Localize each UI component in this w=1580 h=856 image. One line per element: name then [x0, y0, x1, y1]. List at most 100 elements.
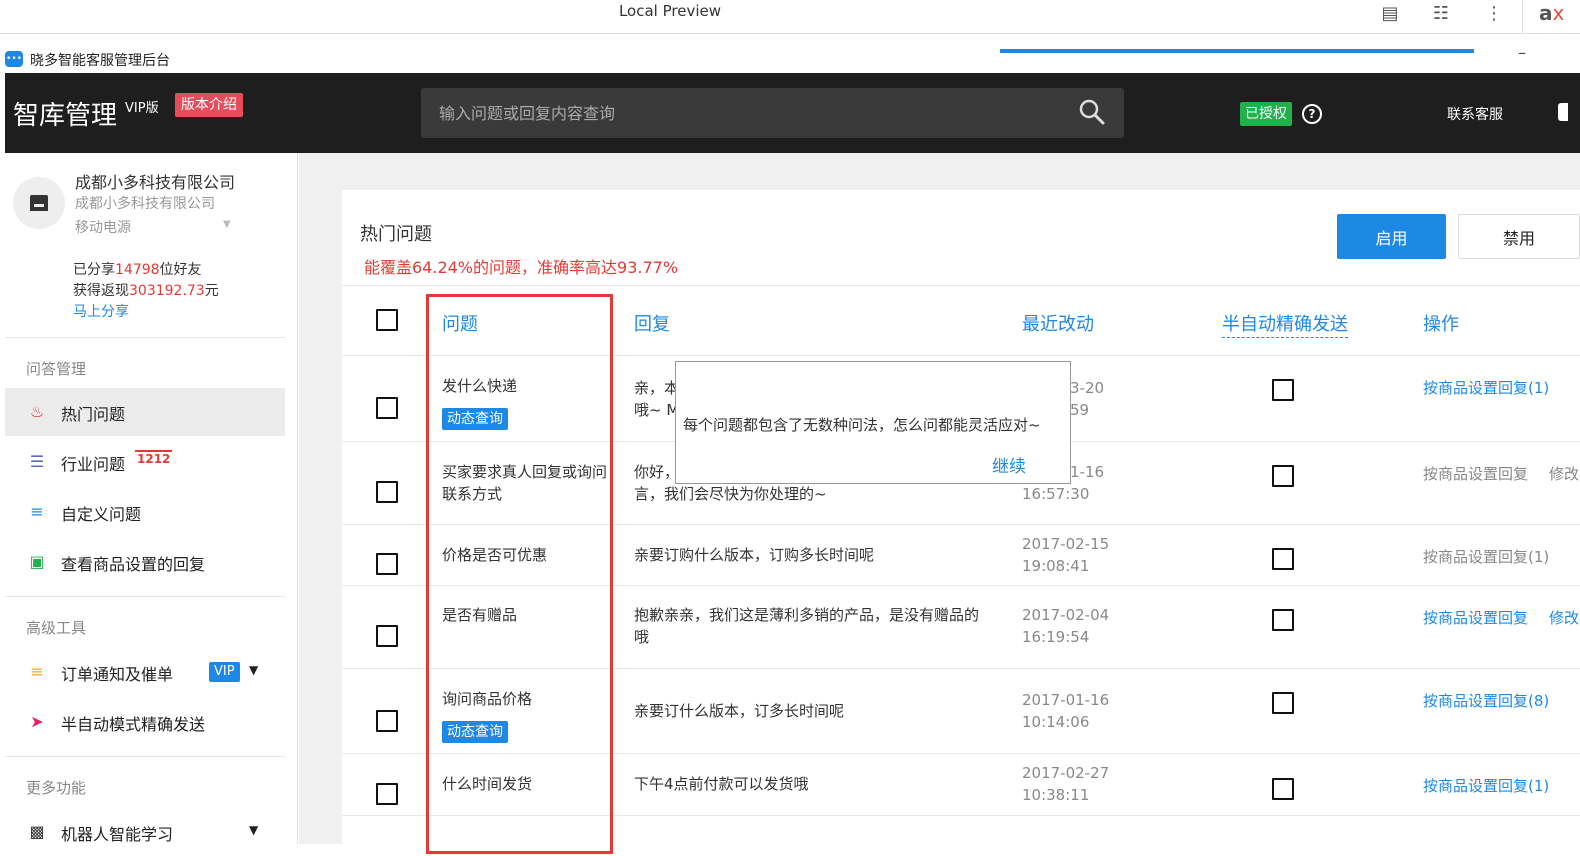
row-checkbox[interactable]	[376, 553, 398, 575]
search-input[interactable]	[439, 101, 1059, 125]
row-checkbox[interactable]	[376, 783, 398, 805]
modified-date: 2017-02-04 16:19:54	[1022, 606, 1110, 646]
minimize-button[interactable]: –	[1518, 43, 1526, 62]
semi-auto-checkbox[interactable]	[1272, 609, 1294, 631]
guide-tooltip: 每个问题都包含了无数种问法，怎么问都能灵活应对~ 继续	[675, 361, 1071, 484]
modified-date: 2017-01-16 10:14:06	[1022, 691, 1110, 731]
chevron-down-icon[interactable]: ▼	[249, 663, 258, 677]
company-subname: 成都小多科技有限公司	[75, 196, 215, 212]
chevron-down-icon[interactable]: ▼	[249, 823, 258, 837]
enable-button[interactable]: 启用	[1337, 214, 1446, 259]
group-more-features: 更多功能	[26, 779, 87, 797]
col-last-modified[interactable]: 最近改动	[1022, 310, 1094, 336]
semi-auto-checkbox[interactable]	[1272, 379, 1294, 401]
row-checkbox[interactable]	[376, 481, 398, 503]
col-semi-auto-send[interactable]: 半自动精确发送	[1222, 310, 1348, 338]
divider	[5, 337, 285, 338]
shared-stat: 已分享14798位好友	[73, 262, 202, 278]
vip-badge: VIP	[209, 662, 240, 682]
contact-support-link[interactable]: 联系客服	[1447, 104, 1503, 124]
modified-date: 2017-02-15 19:08:41	[1022, 535, 1110, 575]
group-qa-management: 问答管理	[26, 360, 87, 378]
semi-auto-checkbox[interactable]	[1272, 778, 1294, 800]
version-intro-button[interactable]: 版本介绍	[175, 93, 243, 117]
product-reply-link[interactable]: 按商品设置回复	[1423, 463, 1528, 484]
reply-text: 抱歉亲亲，我们这是薄利多销的产品，是没有赠品的哦	[634, 606, 980, 646]
list-add-icon: ≡	[30, 502, 44, 521]
modified-date: 2017-02-27 10:38:11	[1022, 764, 1110, 804]
product-reply-link[interactable]: 按商品设置回复(8)	[1423, 690, 1549, 711]
disable-button[interactable]: 禁用	[1458, 214, 1580, 259]
sidebar-item-industry-questions[interactable]: ☰ 行业问题 1212	[5, 438, 285, 486]
col-reply[interactable]: 回复	[634, 310, 670, 336]
edit-link[interactable]: 修改	[1549, 463, 1579, 484]
help-icon[interactable]: ?	[1302, 104, 1322, 124]
semi-auto-checkbox[interactable]	[1272, 692, 1294, 714]
sidebar-item-semi-auto-send[interactable]: ➤ 半自动模式精确发送	[5, 698, 285, 746]
more-icon[interactable]: ⋮	[1482, 2, 1506, 26]
sidebar-item-label: 半自动模式精确发送	[61, 715, 206, 734]
robot-icon: ▩	[29, 822, 45, 841]
sidebar-item-custom-questions[interactable]: ≡ 自定义问题	[5, 488, 285, 536]
search-icon[interactable]	[1078, 98, 1106, 126]
send-icon: ➤	[30, 712, 44, 731]
shop-icon	[30, 195, 48, 211]
edit-link[interactable]: 修改	[1549, 607, 1579, 628]
page-title: 智库管理	[13, 101, 118, 131]
sidebar-item-label: 订单通知及催单	[61, 665, 174, 684]
vip-label: VIP版	[125, 101, 159, 116]
sidebar-item-robot-learning[interactable]: ▩ 机器人智能学习 ▼	[5, 808, 285, 856]
row-checkbox[interactable]	[376, 710, 398, 732]
sidebar-item-hot-questions[interactable]: ♨ 热门问题	[5, 388, 285, 436]
select-all-checkbox[interactable]	[376, 309, 398, 331]
coverage-stat: 能覆盖64.24%的问题，准确率高达93.77%	[364, 258, 679, 277]
loading-progress-bar	[1000, 49, 1474, 53]
rebate-stat: 获得返现303192.73元	[73, 283, 219, 299]
reader-mode-icon[interactable]: ☷	[1429, 2, 1453, 26]
reply-text: 下午4点前付款可以发货哦	[634, 775, 809, 793]
app-logo-icon: •••	[5, 51, 23, 67]
product-selector[interactable]: 移动电源	[75, 217, 131, 237]
chevron-down-icon[interactable]: ▼	[223, 219, 231, 230]
continue-link[interactable]: 继续	[992, 452, 1026, 477]
product-reply-link[interactable]: 按商品设置回复	[1423, 607, 1528, 628]
app-titlebar: ••• 晓多智能客服管理后台 –	[0, 34, 1580, 73]
sidebar-item-product-replies[interactable]: ▣ 查看商品设置的回复	[5, 538, 285, 586]
reply-text: 亲要订什么版本，订多长时间呢	[634, 702, 845, 720]
col-actions[interactable]: 操作	[1423, 310, 1459, 336]
row-checkbox[interactable]	[376, 625, 398, 647]
search-box	[421, 88, 1124, 138]
reader-icon[interactable]: ▤	[1378, 2, 1402, 26]
company-name: 成都小多科技有限公司	[75, 173, 236, 192]
fire-icon: ♨	[29, 402, 45, 421]
divider	[5, 756, 285, 757]
modified-date: 1-16 16:57:30	[1022, 463, 1105, 503]
divider	[5, 596, 285, 597]
sidebar-item-label: 热门问题	[61, 405, 126, 424]
authorized-badge: 已授权	[1240, 102, 1292, 126]
semi-auto-checkbox[interactable]	[1272, 548, 1294, 570]
sidebar-item-label: 行业问题	[61, 455, 126, 474]
modified-date: 3-20 59	[1070, 379, 1105, 419]
semi-auto-checkbox[interactable]	[1272, 465, 1294, 487]
sidebar: 成都小多科技有限公司 成都小多科技有限公司 移动电源 ▼ 已分享14798位好友…	[5, 153, 298, 844]
product-reply-link[interactable]: 按商品设置回复(1)	[1423, 775, 1549, 796]
reply-text: 亲要订购什么版本，订购多长时间呢	[634, 546, 875, 564]
sidebar-item-label: 机器人智能学习	[61, 825, 174, 844]
section-title: 热门问题	[360, 224, 432, 245]
product-reply-link[interactable]: 按商品设置回复(1)	[1423, 546, 1549, 567]
list-icon: ☰	[29, 452, 45, 471]
divider	[342, 285, 1580, 286]
row-checkbox[interactable]	[376, 397, 398, 419]
browser-brand-logo: ax	[1522, 0, 1580, 33]
share-now-link[interactable]: 马上分享	[73, 301, 129, 321]
group-advanced-tools: 高级工具	[26, 619, 87, 637]
browser-toolbar: Local Preview ▤ ☷ ⋮ ax	[0, 0, 1580, 34]
list-check-icon: ≡	[30, 662, 44, 681]
tooltip-message: 每个问题都包含了无数种问法，怎么问都能灵活应对~	[683, 416, 1041, 434]
product-reply-link[interactable]: 按商品设置回复(1)	[1423, 377, 1549, 398]
header-edge-icon[interactable]	[1558, 103, 1568, 121]
scan-icon: ▣	[29, 552, 45, 571]
sidebar-item-order-notify[interactable]: ≡ 订单通知及催单 VIP ▼	[5, 648, 285, 696]
sidebar-item-label: 自定义问题	[61, 505, 142, 524]
